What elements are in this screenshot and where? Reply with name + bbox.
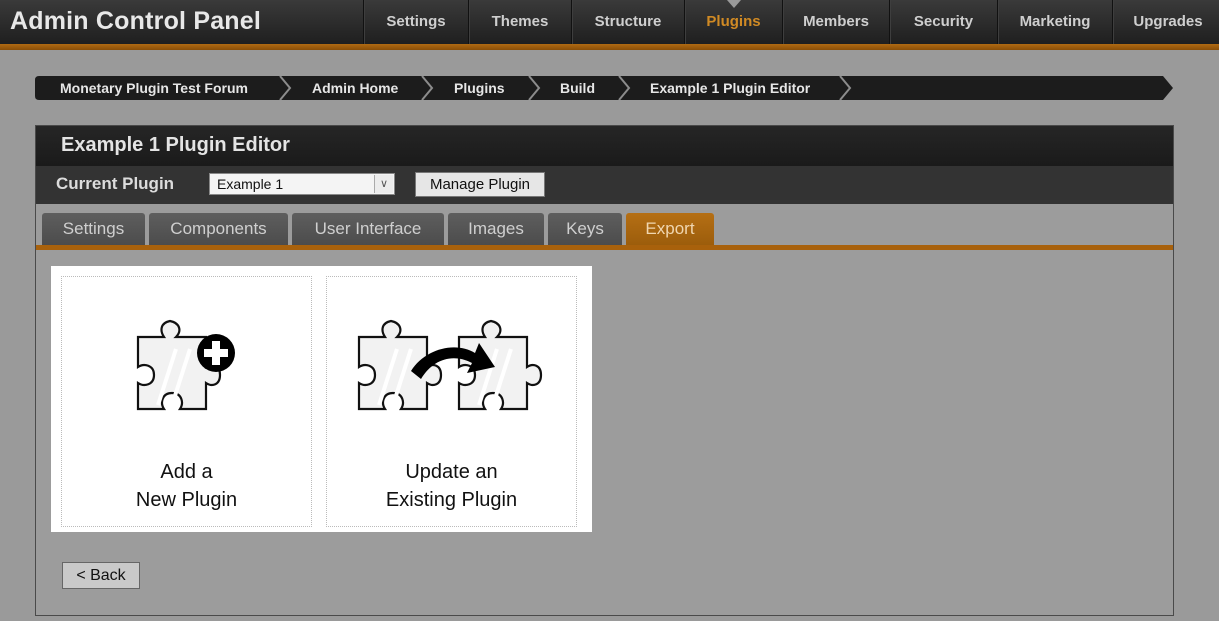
nav-members[interactable]: Members <box>782 0 889 44</box>
add-new-plugin-label: Add a New Plugin <box>135 461 238 511</box>
puzzle-arrow-icon <box>357 319 543 411</box>
tab-export[interactable]: Export <box>626 213 714 245</box>
tab-underline <box>36 245 1173 250</box>
nav-structure[interactable]: Structure <box>571 0 684 44</box>
puzzle-plus-icon <box>136 319 235 411</box>
active-caret-icon <box>726 0 741 8</box>
nav-security[interactable]: Security <box>889 0 997 44</box>
breadcrumb-admin-home[interactable]: Admin Home <box>312 76 398 100</box>
panel-header: Example 1 Plugin Editor <box>36 126 1173 166</box>
breadcrumb-forum[interactable]: Monetary Plugin Test Forum <box>60 76 248 100</box>
tab-user-interface[interactable]: User Interface <box>292 213 444 245</box>
nav-plugins[interactable]: Plugins <box>684 0 782 44</box>
plugin-editor-panel: Example 1 Plugin Editor Current Plugin E… <box>35 125 1174 616</box>
export-options: Add a New Plugin Update an Existing Plug… <box>51 266 592 532</box>
tab-keys[interactable]: Keys <box>548 213 622 245</box>
main-nav: Settings Themes Structure Plugins Member… <box>363 0 1219 44</box>
current-plugin-label: Current Plugin <box>56 174 175 193</box>
top-header: Admin Control Panel Settings Themes Stru… <box>0 0 1219 44</box>
breadcrumb-plugin-editor[interactable]: Example 1 Plugin Editor <box>650 76 810 100</box>
nav-plugins-label: Plugins <box>706 13 761 30</box>
nav-marketing[interactable]: Marketing <box>997 0 1112 44</box>
manage-plugin-button[interactable]: Manage Plugin <box>415 172 545 197</box>
nav-themes[interactable]: Themes <box>468 0 571 44</box>
current-plugin-select[interactable]: Example 1 ∨ <box>209 173 395 195</box>
tab-components[interactable]: Components <box>149 213 288 245</box>
breadcrumb: Monetary Plugin Test Forum Admin Home Pl… <box>35 76 1173 100</box>
chevron-down-icon[interactable]: ∨ <box>374 175 393 193</box>
back-button[interactable]: < Back <box>62 562 140 589</box>
nav-settings[interactable]: Settings <box>363 0 468 44</box>
breadcrumb-build[interactable]: Build <box>560 76 595 100</box>
tab-settings[interactable]: Settings <box>42 213 145 245</box>
current-plugin-bar: Current Plugin Example 1 ∨ Manage Plugin <box>36 166 1173 204</box>
nav-upgrades[interactable]: Upgrades <box>1112 0 1219 44</box>
update-existing-plugin-card[interactable]: Update an Existing Plugin <box>326 276 577 527</box>
tab-images[interactable]: Images <box>448 213 544 245</box>
header-accent-bar <box>0 44 1219 50</box>
breadcrumb-plugins[interactable]: Plugins <box>454 76 505 100</box>
current-plugin-value: Example 1 <box>217 176 284 192</box>
app-title: Admin Control Panel <box>10 7 262 35</box>
add-new-plugin-card[interactable]: Add a New Plugin <box>61 276 312 527</box>
page-title: Example 1 Plugin Editor <box>61 134 290 156</box>
update-existing-plugin-label: Update an Existing Plugin <box>385 461 518 511</box>
